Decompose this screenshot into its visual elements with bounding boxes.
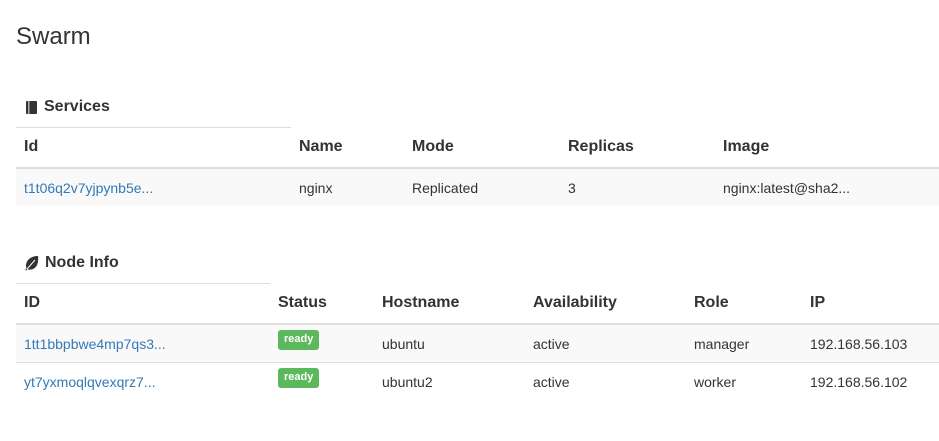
table-row: 1tt1bbpbwe4mp7qs3... ready ubuntu active… [16, 324, 939, 363]
service-id-link[interactable]: t1t06q2v7yjpynb5e... [24, 180, 153, 196]
node-status-cell: ready [270, 362, 374, 400]
status-badge: ready [278, 368, 320, 388]
nodes-col-id: ID [16, 283, 270, 325]
node-role-cell: worker [686, 362, 802, 400]
node-status-cell: ready [270, 324, 374, 363]
services-header-row: Id Name Mode Replicas Image [16, 127, 939, 169]
services-section-title: Services [24, 97, 110, 117]
service-replicas-cell: 3 [560, 168, 715, 206]
node-id-cell: yt7yxmoqlqvexqrz7... [16, 362, 270, 400]
node-hostname-cell: ubuntu [374, 324, 525, 363]
services-col-name: Name [291, 127, 404, 169]
services-col-mode: Mode [404, 127, 560, 169]
node-id-link[interactable]: 1tt1bbpbwe4mp7qs3... [24, 336, 166, 352]
service-mode-cell: Replicated [404, 168, 560, 206]
nodes-section-title: Node Info [24, 253, 119, 273]
service-name-cell: nginx [291, 168, 404, 206]
nodes-col-hostname: Hostname [374, 283, 525, 325]
table-row: yt7yxmoqlqvexqrz7... ready ubuntu2 activ… [16, 362, 939, 400]
service-id-cell: t1t06q2v7yjpynb5e... [16, 168, 291, 206]
node-availability-cell: active [525, 324, 686, 363]
services-table: Id Name Mode Replicas Image t1t06q2v7yjp… [16, 127, 939, 206]
node-hostname-cell: ubuntu2 [374, 362, 525, 400]
node-ip-cell: 192.168.56.102 [802, 362, 939, 400]
services-col-id: Id [16, 127, 291, 169]
node-ip-cell: 192.168.56.103 [802, 324, 939, 363]
nodes-col-status: Status [270, 283, 374, 325]
node-id-link[interactable]: yt7yxmoqlqvexqrz7... [24, 374, 156, 390]
page-title: Swarm [16, 23, 91, 50]
node-availability-cell: active [525, 362, 686, 400]
service-image-cell: nginx:latest@sha2... [715, 168, 939, 206]
nodes-title-text: Node Info [45, 254, 119, 271]
nodes-col-availability: Availability [525, 283, 686, 325]
node-role-cell: manager [686, 324, 802, 363]
services-title-text: Services [44, 98, 110, 115]
nodes-col-role: Role [686, 283, 802, 325]
table-row: t1t06q2v7yjpynb5e... nginx Replicated 3 … [16, 168, 939, 206]
nodes-table: ID Status Hostname Availability Role IP … [16, 283, 939, 400]
nodes-col-ip: IP [802, 283, 939, 325]
book-icon [26, 100, 37, 114]
services-col-image: Image [715, 127, 939, 169]
leaf-icon [25, 256, 39, 271]
nodes-header-row: ID Status Hostname Availability Role IP [16, 283, 939, 325]
status-badge: ready [278, 330, 320, 350]
services-col-replicas: Replicas [560, 127, 715, 169]
node-id-cell: 1tt1bbpbwe4mp7qs3... [16, 324, 270, 363]
